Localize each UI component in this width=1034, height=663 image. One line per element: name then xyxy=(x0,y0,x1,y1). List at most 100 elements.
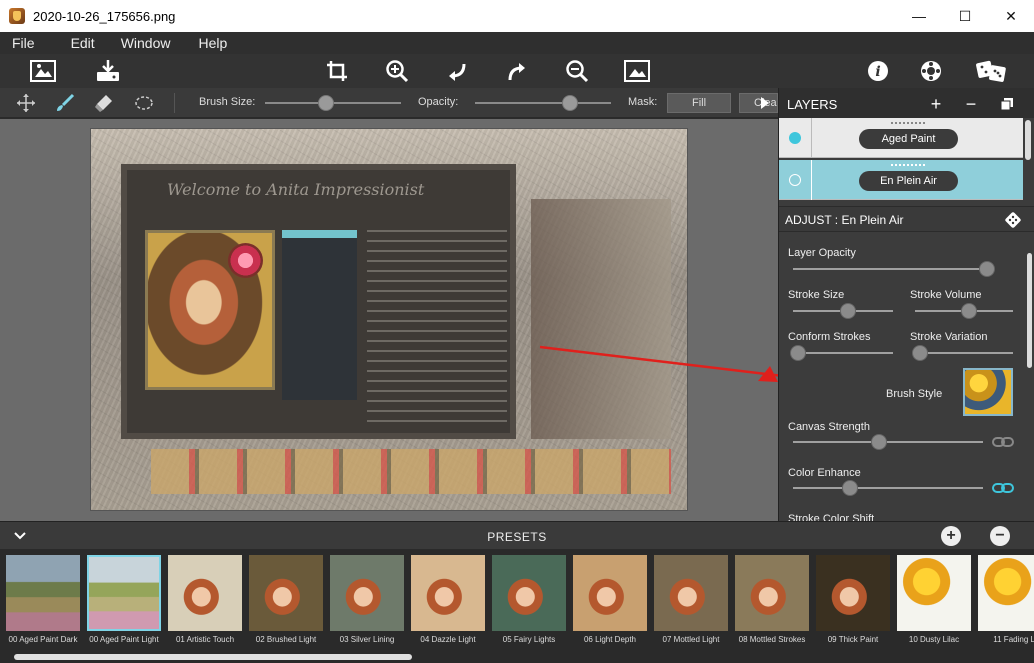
opacity-slider[interactable] xyxy=(475,102,611,104)
stroke-volume-knob[interactable] xyxy=(960,303,977,319)
layers-scrollbar[interactable] xyxy=(1025,120,1031,160)
preset-thumbnail[interactable] xyxy=(411,555,485,631)
crop-icon[interactable] xyxy=(323,58,351,84)
app-icon xyxy=(9,8,25,24)
minimize-button[interactable]: — xyxy=(896,0,942,32)
preset-item[interactable]: 01 Artistic Touch xyxy=(166,555,244,655)
preset-thumbnail[interactable] xyxy=(735,555,809,631)
settings-icon[interactable] xyxy=(917,58,945,84)
open-image-icon[interactable] xyxy=(29,58,57,84)
layer-opacity-knob[interactable] xyxy=(979,261,996,277)
color-enhance-slider[interactable] xyxy=(793,487,983,489)
chevron-right-icon[interactable] xyxy=(759,96,771,110)
link-icon[interactable] xyxy=(992,435,1014,449)
preset-thumbnail[interactable] xyxy=(168,555,242,631)
brush-size-knob[interactable] xyxy=(318,95,335,111)
close-button[interactable]: ✕ xyxy=(988,0,1034,32)
undo-icon[interactable] xyxy=(443,58,471,84)
layer-visibility-dot[interactable] xyxy=(789,132,801,144)
preset-thumbnail[interactable] xyxy=(654,555,728,631)
layer-row-aged-paint[interactable]: Aged Paint xyxy=(779,118,1023,158)
layer-opacity-slider[interactable] xyxy=(793,268,991,270)
brush-size-label: Brush Size: xyxy=(199,96,256,108)
menu-file[interactable]: File xyxy=(0,35,47,51)
conform-strokes-label: Conform Strokes xyxy=(788,331,871,343)
preset-item[interactable]: 05 Fairy Lights xyxy=(490,555,568,655)
presets-title: PRESETS xyxy=(487,530,547,544)
eraser-icon[interactable] xyxy=(93,92,115,114)
preset-thumbnail[interactable] xyxy=(897,555,971,631)
menu-bar: File Edit Window Help xyxy=(0,32,1034,54)
redo-icon[interactable] xyxy=(503,58,531,84)
maximize-button[interactable]: ☐ xyxy=(942,0,988,32)
stroke-variation-knob[interactable] xyxy=(911,345,928,361)
brush-style-thumbnail[interactable] xyxy=(963,368,1013,416)
canvas-strength-knob[interactable] xyxy=(870,434,887,450)
preset-thumbnail[interactable] xyxy=(330,555,404,631)
stroke-size-knob[interactable] xyxy=(840,303,856,319)
link-active-icon[interactable] xyxy=(992,481,1014,495)
preset-thumbnail[interactable] xyxy=(573,555,647,631)
remove-preset-button[interactable]: − xyxy=(990,526,1010,546)
conform-strokes-knob[interactable] xyxy=(790,345,806,361)
preset-label: 03 Silver Lining xyxy=(339,635,395,644)
randomize-layer-dice-icon[interactable] xyxy=(1005,212,1021,228)
stroke-volume-label: Stroke Volume xyxy=(910,289,982,301)
canvas-area[interactable]: Welcome to Anita Impressionist xyxy=(0,119,778,521)
zoom-in-icon[interactable] xyxy=(383,58,411,84)
menu-window[interactable]: Window xyxy=(107,35,183,51)
fill-button[interactable]: Fill xyxy=(667,93,731,113)
menu-edit[interactable]: Edit xyxy=(47,35,107,51)
preset-item[interactable]: 09 Thick Paint xyxy=(814,555,892,655)
layer-visibility-dot[interactable] xyxy=(789,174,801,186)
canvas-strength-label: Canvas Strength xyxy=(788,421,870,433)
canvas-strength-slider[interactable] xyxy=(793,441,983,443)
preset-item[interactable]: 04 Dazzle Light xyxy=(409,555,487,655)
fit-image-icon[interactable] xyxy=(623,58,651,84)
title-bar: 2020-10-26_175656.png — ☐ ✕ xyxy=(0,0,1034,32)
right-panel: LAYERS + − Aged Paint En Plein Air ADJUS… xyxy=(778,88,1034,521)
preset-item[interactable]: 00 Aged Paint Dark xyxy=(4,555,82,655)
conform-strokes-slider[interactable] xyxy=(793,352,893,354)
preset-label: 11 Fading Li xyxy=(993,635,1034,644)
preset-thumbnail[interactable] xyxy=(816,555,890,631)
color-enhance-knob[interactable] xyxy=(842,480,858,496)
preset-item[interactable]: 00 Aged Paint Light xyxy=(85,555,163,655)
stroke-variation-slider[interactable] xyxy=(915,352,1013,354)
preset-thumbnail[interactable] xyxy=(978,555,1034,631)
save-icon[interactable] xyxy=(94,58,122,84)
preset-item[interactable]: 03 Silver Lining xyxy=(328,555,406,655)
preset-thumbnail[interactable] xyxy=(6,555,80,631)
adjust-title: ADJUST : En Plein Air xyxy=(785,213,904,227)
preset-item[interactable]: 10 Dusty Lilac xyxy=(895,555,973,655)
preset-item[interactable]: 02 Brushed Light xyxy=(247,555,325,655)
brush-icon[interactable] xyxy=(54,92,76,114)
stroke-variation-label: Stroke Variation xyxy=(910,331,988,343)
menu-help[interactable]: Help xyxy=(182,35,239,51)
preset-item[interactable]: 08 Mottled Strokes xyxy=(733,555,811,655)
add-preset-button[interactable]: + xyxy=(941,526,961,546)
preset-item[interactable]: 06 Light Depth xyxy=(571,555,649,655)
randomize-dice-icon[interactable] xyxy=(975,58,1009,84)
zoom-out-icon[interactable] xyxy=(563,58,591,84)
layers-header: LAYERS + − xyxy=(779,88,1034,118)
opacity-knob[interactable] xyxy=(562,95,579,111)
remove-layer-button[interactable]: − xyxy=(960,93,982,115)
add-layer-button[interactable]: + xyxy=(925,93,947,115)
duplicate-layer-icon[interactable] xyxy=(996,93,1018,115)
preset-item[interactable]: 11 Fading Li xyxy=(976,555,1034,655)
preset-label: 02 Brushed Light xyxy=(255,635,317,644)
mask-label: Mask: xyxy=(628,96,658,108)
adjust-scrollbar[interactable] xyxy=(1027,253,1032,368)
stroke-color-shift-label: Stroke Color Shift xyxy=(788,513,875,521)
preset-item[interactable]: 07 Mottled Light xyxy=(652,555,730,655)
info-icon[interactable]: i xyxy=(864,58,892,84)
lasso-icon[interactable] xyxy=(133,92,155,114)
move-icon[interactable] xyxy=(15,92,37,114)
preset-label: 09 Thick Paint xyxy=(827,635,879,644)
preset-label: 00 Aged Paint Light xyxy=(89,635,159,644)
preset-thumbnail[interactable] xyxy=(492,555,566,631)
preset-thumbnail[interactable] xyxy=(249,555,323,631)
layer-row-en-plein-air[interactable]: En Plein Air xyxy=(779,160,1023,200)
preset-thumbnail[interactable] xyxy=(87,555,161,631)
